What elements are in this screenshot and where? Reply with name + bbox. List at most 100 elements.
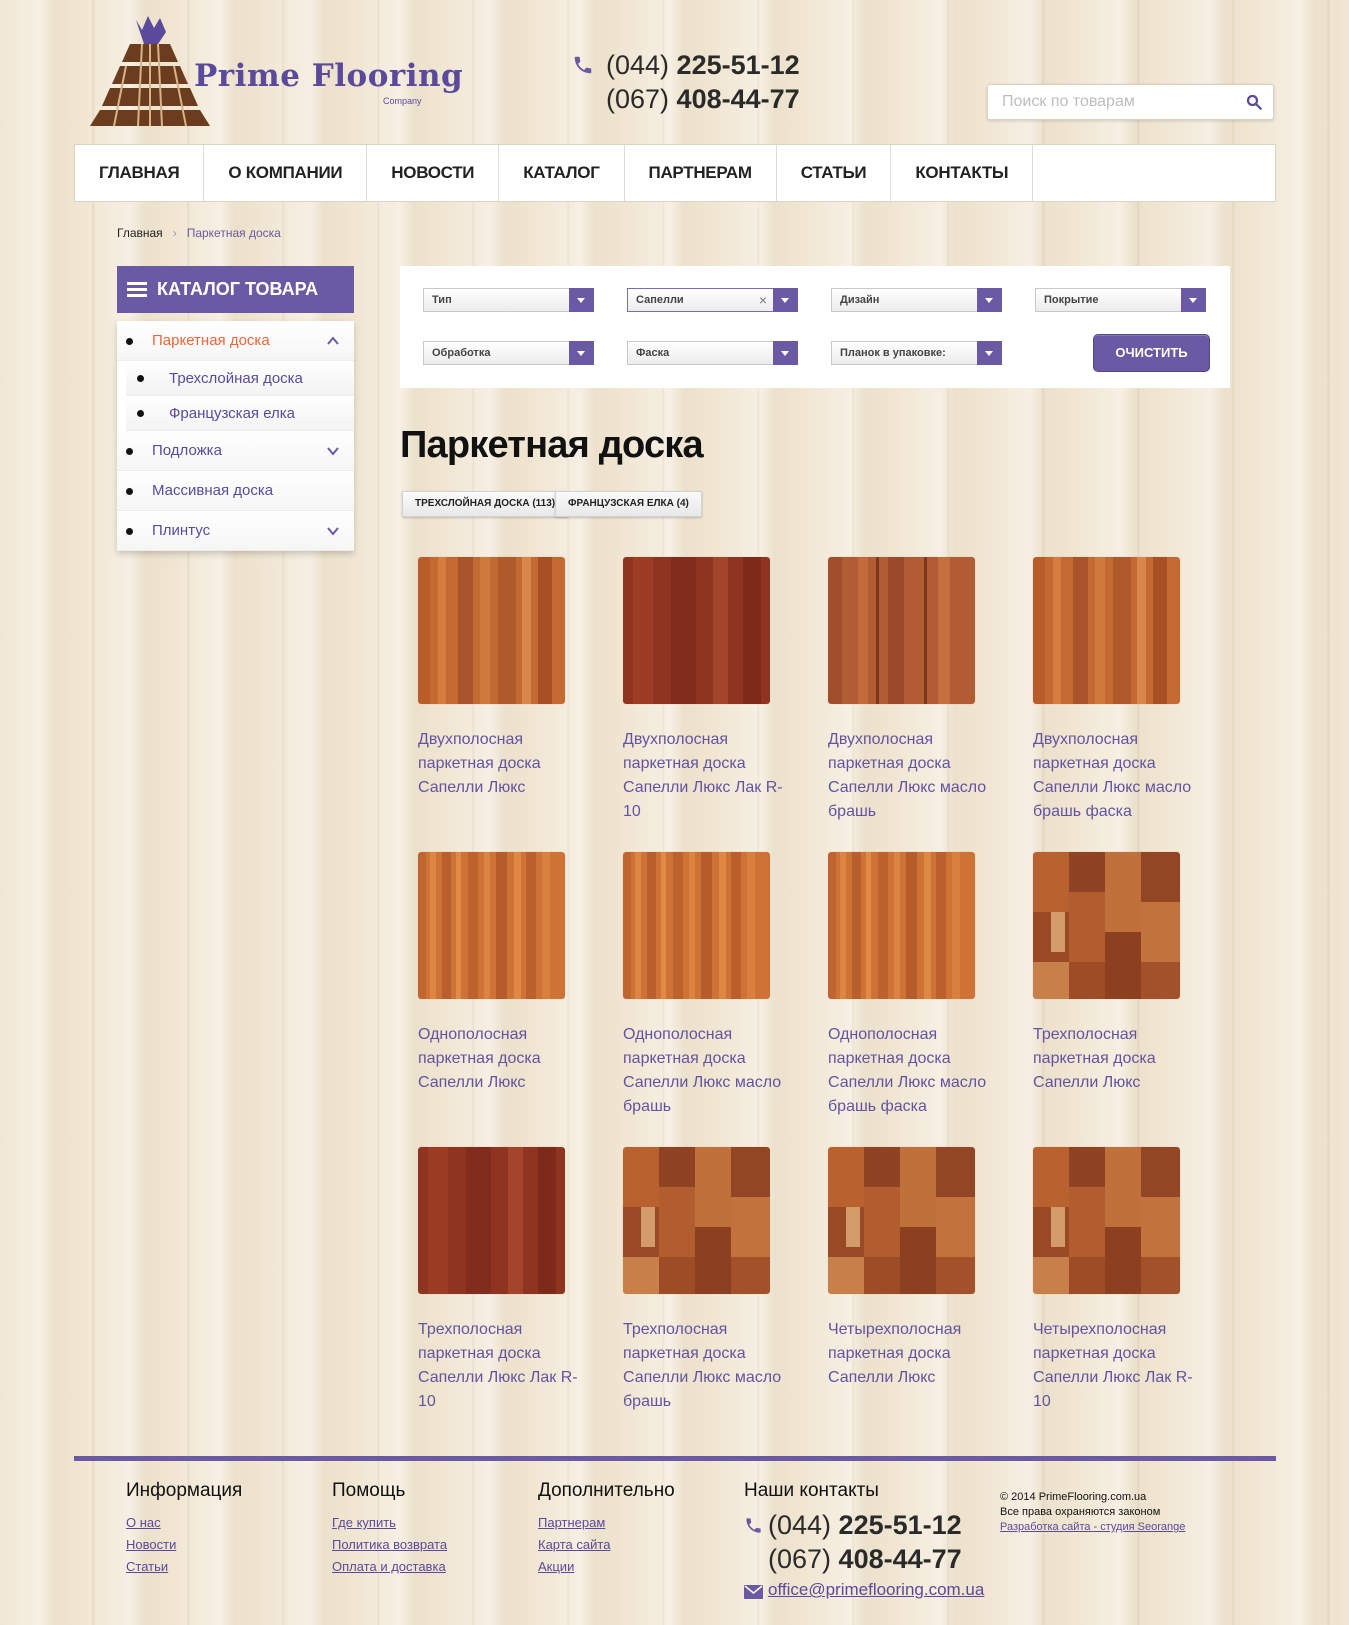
footer-link-returns[interactable]: Политика возврата xyxy=(332,1534,447,1556)
product-card[interactable]: Однополосная паркетная доска Сапелли Люк… xyxy=(418,852,578,1095)
product-card[interactable]: Двухполосная паркетная доска Сапелли Люк… xyxy=(418,557,578,800)
footer-link-about[interactable]: О нас xyxy=(126,1512,242,1534)
breadcrumb-home[interactable]: Главная xyxy=(117,226,163,240)
product-name[interactable]: Двухполосная паркетная доска Сапелли Люк… xyxy=(418,728,578,800)
product-name[interactable]: Двухполосная паркетная доска Сапелли Люк… xyxy=(623,728,783,824)
product-name[interactable]: Трехполосная паркетная доска Сапелли Люк… xyxy=(418,1318,578,1414)
dropdown-arrow-icon[interactable] xyxy=(977,288,1002,312)
product-image[interactable] xyxy=(418,852,565,999)
nav-contacts[interactable]: КОНТАКТЫ xyxy=(891,145,1034,201)
product-name[interactable]: Четырехполосная паркетная доска Сапелли … xyxy=(828,1318,988,1390)
nav-home[interactable]: ГЛАВНАЯ xyxy=(75,145,205,201)
product-image[interactable] xyxy=(418,557,565,704)
bullet xyxy=(126,338,133,345)
sidebar-subitem-french-herringbone[interactable]: Французская елка xyxy=(126,396,354,431)
product-name[interactable]: Трехполосная паркетная доска Сапелли Люк… xyxy=(1033,1023,1193,1095)
phone-number-1[interactable]: (044) 225-51-12 xyxy=(606,48,812,82)
product-image[interactable] xyxy=(418,1147,565,1294)
product-card[interactable]: Однополосная паркетная доска Сапелли Люк… xyxy=(623,852,783,1119)
product-name[interactable]: Трехполосная паркетная доска Сапелли Люк… xyxy=(623,1318,783,1414)
developer-link[interactable]: Разработка сайта - студия Seorange xyxy=(1000,1520,1200,1535)
product-card[interactable]: Четырехполосная паркетная доска Сапелли … xyxy=(828,1147,988,1390)
phone-icon xyxy=(746,1518,761,1533)
product-card[interactable]: Двухполосная паркетная доска Сапелли Люк… xyxy=(623,557,783,824)
nav-catalog[interactable]: КАТАЛОГ xyxy=(499,145,625,201)
nav-about[interactable]: О КОМПАНИИ xyxy=(204,145,368,201)
sidebar-item-solid-board[interactable]: Массивная доска xyxy=(117,471,354,511)
search-input[interactable] xyxy=(988,85,1228,119)
footer-link-sitemap[interactable]: Карта сайта xyxy=(538,1534,675,1556)
product-card[interactable]: Двухполосная паркетная доска Сапелли Люк… xyxy=(1033,557,1193,824)
subcategory-chip-three-layer[interactable]: ТРЕХСЛОЙНАЯ ДОСКА (113) xyxy=(402,491,569,517)
product-card[interactable]: Трехполосная паркетная доска Сапелли Люк… xyxy=(418,1147,578,1414)
product-card[interactable]: Трехполосная паркетная доска Сапелли Люк… xyxy=(623,1147,783,1414)
sidebar-item-underlay[interactable]: Подложка xyxy=(117,431,354,471)
dropdown-arrow-icon[interactable] xyxy=(1181,288,1206,312)
product-name[interactable]: Однополосная паркетная доска Сапелли Люк… xyxy=(828,1023,988,1119)
product-image[interactable] xyxy=(828,1147,975,1294)
footer-link-news[interactable]: Новости xyxy=(126,1534,242,1556)
product-image[interactable] xyxy=(1033,1147,1180,1294)
filter-treatment-select[interactable]: Обработка xyxy=(423,341,594,365)
footer-phone-1[interactable]: (044) 225-51-12 xyxy=(768,1508,1004,1542)
sidebar-item-label: Массивная доска xyxy=(152,482,274,499)
bullet xyxy=(137,375,144,382)
product-image[interactable] xyxy=(623,557,770,704)
footer-link-where-to-buy[interactable]: Где купить xyxy=(332,1512,447,1534)
sidebar-item-skirting[interactable]: Плинтус xyxy=(117,511,354,551)
product-image[interactable] xyxy=(623,1147,770,1294)
product-name[interactable]: Двухполосная паркетная доска Сапелли Люк… xyxy=(1033,728,1193,824)
footer-link-payment-delivery[interactable]: Оплата и доставка xyxy=(332,1556,447,1578)
chevron-down-icon[interactable] xyxy=(326,444,340,458)
product-image[interactable] xyxy=(623,852,770,999)
clear-selection-icon[interactable]: × xyxy=(759,289,767,311)
dropdown-arrow-icon[interactable] xyxy=(773,288,798,312)
product-image[interactable] xyxy=(1033,557,1180,704)
filter-design-select[interactable]: Дизайн xyxy=(831,288,1002,312)
product-image[interactable] xyxy=(1033,852,1180,999)
sidebar-item-label: Паркетная доска xyxy=(152,332,270,349)
nav-articles[interactable]: СТАТЬИ xyxy=(777,145,892,201)
filter-pack-select[interactable]: Планок в упаковке: xyxy=(831,341,1002,365)
nav-news[interactable]: НОВОСТИ xyxy=(367,145,500,201)
product-card[interactable]: Двухполосная паркетная доска Сапелли Люк… xyxy=(828,557,988,824)
product-card[interactable]: Четырехполосная паркетная доска Сапелли … xyxy=(1033,1147,1193,1414)
dropdown-arrow-icon[interactable] xyxy=(569,288,594,312)
footer-link-promotions[interactable]: Акции xyxy=(538,1556,675,1578)
product-name[interactable]: Двухполосная паркетная доска Сапелли Люк… xyxy=(828,728,988,824)
product-name[interactable]: Однополосная паркетная доска Сапелли Люк… xyxy=(623,1023,783,1119)
filter-type-select[interactable]: Тип xyxy=(423,288,594,312)
mail-icon xyxy=(744,1585,763,1599)
filter-bevel-select[interactable]: Фаска xyxy=(627,341,798,365)
phone-number-2[interactable]: (067) 408-44-77 xyxy=(606,82,812,116)
breadcrumb-separator: › xyxy=(172,226,177,240)
bullet xyxy=(126,488,133,495)
breadcrumb-current: Паркетная доска xyxy=(186,226,281,240)
dropdown-arrow-icon[interactable] xyxy=(773,341,798,365)
clear-filters-button[interactable]: ОЧИСТИТЬ xyxy=(1093,334,1210,372)
sidebar-subitem-three-layer[interactable]: Трехслойная доска xyxy=(126,361,354,396)
footer-link-articles[interactable]: Статьи xyxy=(126,1556,242,1578)
sidebar-item-parquet[interactable]: Паркетная доска xyxy=(117,321,354,361)
chevron-up-icon[interactable] xyxy=(326,334,340,348)
footer-info-column: Информация О нас Новости Статьи xyxy=(126,1480,242,1578)
product-card[interactable]: Однополосная паркетная доска Сапелли Люк… xyxy=(828,852,988,1119)
footer-link-partners[interactable]: Партнерам xyxy=(538,1512,675,1534)
product-card[interactable]: Трехполосная паркетная доска Сапелли Люк… xyxy=(1033,852,1193,1095)
footer-phone-2[interactable]: (067) 408-44-77 xyxy=(768,1542,1004,1576)
product-image[interactable] xyxy=(828,557,975,704)
breadcrumb: Главная › Паркетная доска xyxy=(117,226,281,240)
dropdown-arrow-icon[interactable] xyxy=(569,341,594,365)
chevron-down-icon[interactable] xyxy=(326,524,340,538)
footer-email-link[interactable]: office@primeflooring.com.ua xyxy=(768,1580,984,1599)
filter-wood-select[interactable]: Сапелли × xyxy=(627,288,798,312)
dropdown-arrow-icon[interactable] xyxy=(977,341,1002,365)
product-name[interactable]: Однополосная паркетная доска Сапелли Люк… xyxy=(418,1023,578,1095)
product-image[interactable] xyxy=(828,852,975,999)
nav-partners[interactable]: ПАРТНЕРАМ xyxy=(625,145,777,201)
logo[interactable]: Prime Flooring Company xyxy=(86,14,463,128)
product-name[interactable]: Четырехполосная паркетная доска Сапелли … xyxy=(1033,1318,1193,1414)
filter-coating-select[interactable]: Покрытие xyxy=(1035,288,1206,312)
subcategory-chip-french-herringbone[interactable]: ФРАНЦУЗСКАЯ ЕЛКА (4) xyxy=(555,491,702,517)
search-icon[interactable] xyxy=(1245,93,1263,111)
